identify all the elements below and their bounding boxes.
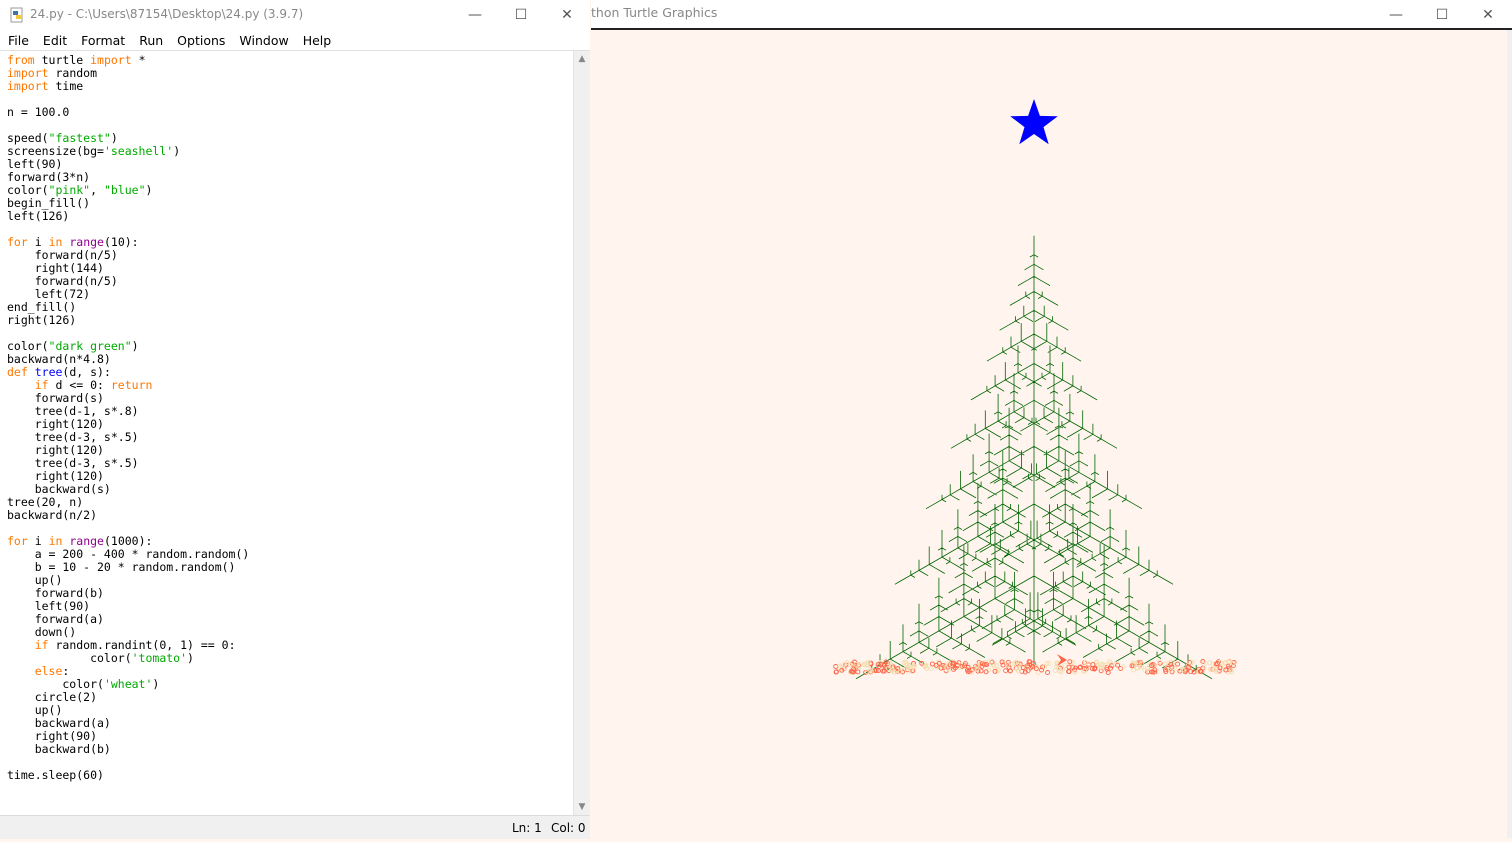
turtle-close-button[interactable]: ✕ (1465, 0, 1511, 30)
status-bar: Ln: 1 Col: 0 (0, 815, 590, 839)
line-indicator: Ln: 1 (512, 821, 542, 835)
menu-options[interactable]: Options (169, 30, 231, 50)
ornament-circles (833, 659, 1237, 675)
window-title: 24.py - C:\Users\87154\Desktop\24.py (3.… (30, 7, 304, 21)
menu-edit[interactable]: Edit (35, 30, 73, 50)
turtle-right-border (1507, 30, 1512, 838)
python-file-icon (10, 7, 23, 23)
code-text[interactable]: from turtle import * import random impor… (7, 54, 249, 782)
turtle-graphics-window: thon Turtle Graphics — ☐ ✕ (591, 0, 1512, 838)
scroll-up-icon[interactable]: ▲ (577, 54, 587, 64)
turtle-cursor-icon (1057, 654, 1067, 666)
turtle-canvas (591, 30, 1507, 838)
minimize-button[interactable]: — (452, 0, 498, 30)
maximize-button[interactable]: ☐ (498, 0, 544, 30)
menu-format[interactable]: Format (73, 30, 131, 50)
idle-editor-window: 24.py - C:\Users\87154\Desktop\24.py (3.… (0, 0, 590, 839)
vertical-scrollbar[interactable]: ▲ ▼ (573, 51, 590, 815)
idle-titlebar[interactable]: 24.py - C:\Users\87154\Desktop\24.py (3.… (0, 0, 590, 30)
close-button[interactable]: ✕ (544, 0, 590, 30)
menubar: File Edit Format Run Options Window Help (0, 30, 590, 51)
turtle-titlebar[interactable]: thon Turtle Graphics — ☐ ✕ (591, 0, 1512, 30)
christmas-tree-drawing (833, 99, 1237, 680)
turtle-window-title: thon Turtle Graphics (591, 5, 718, 20)
star-icon (1010, 99, 1058, 145)
column-indicator: Col: 0 (551, 821, 586, 835)
code-editor[interactable]: from turtle import * import random impor… (0, 51, 573, 815)
scroll-down-icon[interactable]: ▼ (577, 802, 587, 812)
menu-help[interactable]: Help (295, 30, 338, 50)
fractal-tree (855, 235, 1213, 680)
menu-file[interactable]: File (0, 30, 35, 50)
turtle-minimize-button[interactable]: — (1373, 0, 1419, 30)
menu-run[interactable]: Run (131, 30, 169, 50)
menu-window[interactable]: Window (231, 30, 294, 50)
turtle-maximize-button[interactable]: ☐ (1419, 0, 1465, 30)
